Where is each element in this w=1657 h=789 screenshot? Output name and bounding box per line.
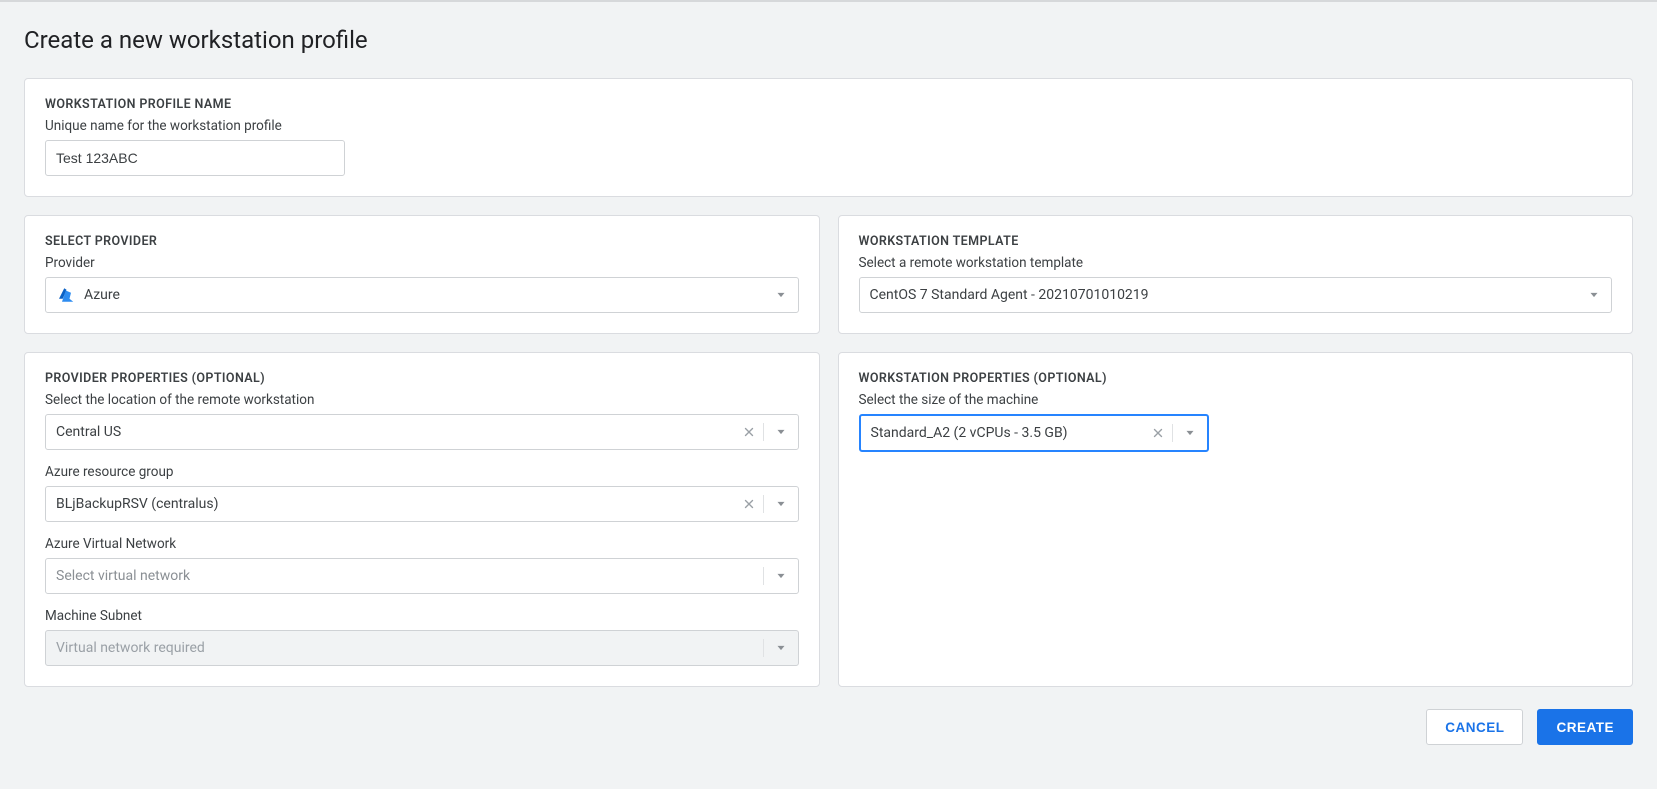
vnet-select[interactable]: Select virtual network: [45, 558, 799, 594]
size-value: Standard_A2 (2 vCPUs - 3.5 GB): [871, 425, 1068, 441]
resource-group-label: Azure resource group: [45, 464, 799, 480]
provider-field-label: Provider: [45, 255, 799, 271]
cancel-button[interactable]: CANCEL: [1426, 709, 1523, 745]
create-button[interactable]: CREATE: [1537, 709, 1633, 745]
provider-props-label: PROVIDER PROPERTIES (optional): [45, 371, 799, 386]
chevron-down-icon: [764, 641, 798, 655]
page-title: Create a new workstation profile: [24, 26, 1633, 54]
chevron-down-icon: [764, 569, 798, 583]
chevron-down-icon: [1173, 426, 1207, 440]
template-label: WORKSTATION TEMPLATE: [859, 234, 1613, 249]
profile-name-input[interactable]: [45, 140, 345, 176]
clear-icon[interactable]: [735, 425, 763, 439]
card-select-provider: SELECT PROVIDER Provider Azure: [24, 215, 820, 334]
chevron-down-icon: [1577, 288, 1611, 302]
card-workstation-properties: WORKSTATION PROPERTIES (optional) Select…: [838, 352, 1634, 687]
subnet-select: Virtual network required: [45, 630, 799, 666]
card-provider-properties: PROVIDER PROPERTIES (optional) Select th…: [24, 352, 820, 687]
resource-group-select[interactable]: BLjBackupRSV (centralus): [45, 486, 799, 522]
clear-icon[interactable]: [1144, 426, 1172, 440]
azure-icon: [56, 288, 74, 302]
card-profile-name: WORKSTATION PROFILE NAME Unique name for…: [24, 78, 1633, 197]
resource-group-value: BLjBackupRSV (centralus): [56, 496, 218, 512]
workstation-props-label: WORKSTATION PROPERTIES (optional): [859, 371, 1613, 386]
chevron-down-icon: [764, 425, 798, 439]
location-label: Select the location of the remote workst…: [45, 392, 799, 408]
location-select[interactable]: Central US: [45, 414, 799, 450]
subnet-label: Machine Subnet: [45, 608, 799, 624]
size-select[interactable]: Standard_A2 (2 vCPUs - 3.5 GB): [859, 414, 1209, 452]
template-value: CentOS 7 Standard Agent - 20210701010219: [870, 287, 1149, 303]
subnet-placeholder: Virtual network required: [56, 640, 205, 656]
card-workstation-template: WORKSTATION TEMPLATE Select a remote wor…: [838, 215, 1634, 334]
profile-name-hint: Unique name for the workstation profile: [45, 118, 1612, 134]
provider-select[interactable]: Azure: [45, 277, 799, 313]
clear-icon[interactable]: [735, 497, 763, 511]
chevron-down-icon: [764, 288, 798, 302]
chevron-down-icon: [764, 497, 798, 511]
vnet-placeholder: Select virtual network: [56, 568, 190, 584]
select-provider-label: SELECT PROVIDER: [45, 234, 799, 249]
vnet-label: Azure Virtual Network: [45, 536, 799, 552]
template-select[interactable]: CentOS 7 Standard Agent - 20210701010219: [859, 277, 1613, 313]
provider-value: Azure: [84, 287, 120, 303]
location-value: Central US: [56, 424, 121, 440]
template-hint: Select a remote workstation template: [859, 255, 1613, 271]
profile-name-label: WORKSTATION PROFILE NAME: [45, 97, 1612, 112]
footer-actions: CANCEL CREATE: [24, 709, 1633, 745]
size-label: Select the size of the machine: [859, 392, 1613, 408]
